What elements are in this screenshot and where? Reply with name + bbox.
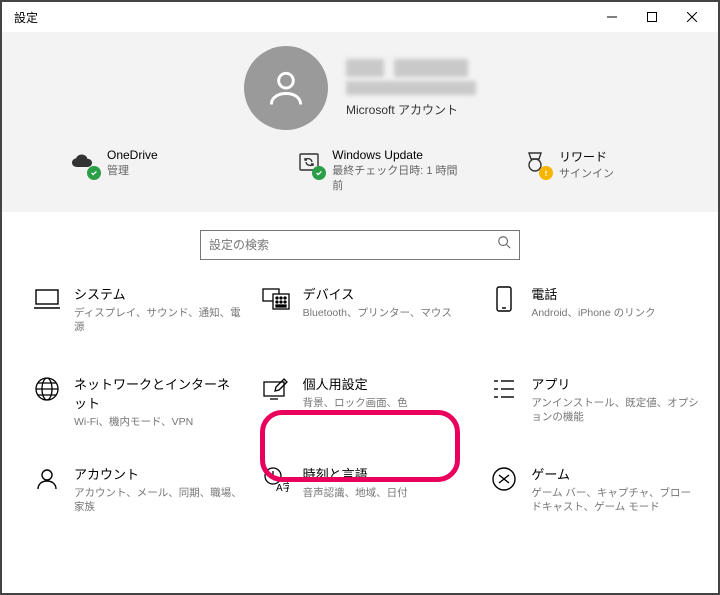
- account-icon: [32, 464, 62, 494]
- minimize-button[interactable]: [592, 3, 632, 31]
- category-title: 時刻と言語: [303, 464, 408, 483]
- status-windows-update[interactable]: Windows Update 最終チェック日時: 1 時間前: [295, 148, 465, 194]
- category-title: アプリ: [531, 374, 700, 393]
- maximize-button[interactable]: [632, 3, 672, 31]
- search-box[interactable]: [200, 230, 520, 260]
- svg-text:A字: A字: [276, 481, 289, 492]
- time-language-icon: A字: [261, 464, 291, 494]
- category-system[interactable]: システム ディスプレイ、サウンド、通知、電源: [26, 274, 249, 362]
- categories-grid: システム ディスプレイ、サウンド、通知、電源 デバイス Bluetooth、プリ…: [2, 268, 718, 593]
- status-title: OneDrive: [107, 148, 158, 162]
- devices-icon: [261, 284, 291, 314]
- status-sub: 管理: [107, 164, 158, 179]
- category-sub: アンインストール、既定値、オプションの機能: [531, 396, 700, 424]
- status-sub: 最終チェック日時: 1 時間前: [332, 164, 465, 194]
- check-badge-icon: [87, 166, 101, 180]
- account-name-blurred: [346, 59, 476, 77]
- category-title: 個人用設定: [303, 374, 408, 393]
- warning-badge-icon: [539, 166, 553, 180]
- category-personalize[interactable]: 個人用設定 背景、ロック画面、色: [255, 364, 478, 452]
- category-title: デバイス: [303, 284, 452, 303]
- category-title: ネットワークとインターネット: [74, 374, 243, 412]
- category-sub: ゲーム バー、キャプチャ、ブロードキャスト、ゲーム モード: [531, 486, 700, 514]
- status-title: Windows Update: [332, 148, 465, 162]
- category-accounts[interactable]: アカウント アカウント、メール、同期、職場、家族: [26, 454, 249, 542]
- status-rewards[interactable]: リワード サインイン: [521, 148, 651, 194]
- category-title: システム: [74, 284, 243, 303]
- onedrive-icon: [69, 148, 97, 176]
- status-onedrive[interactable]: OneDrive 管理: [69, 148, 239, 194]
- apps-icon: [489, 374, 519, 404]
- search-icon: [497, 235, 511, 254]
- category-sub: Wi-Fi、機内モード、VPN: [74, 415, 243, 429]
- status-sub: サインイン: [559, 167, 614, 182]
- phone-icon: [489, 284, 519, 314]
- account-panel: Microsoft アカウント OneDrive 管理: [2, 32, 718, 212]
- system-icon: [32, 284, 62, 314]
- category-apps[interactable]: アプリ アンインストール、既定値、オプションの機能: [483, 364, 706, 452]
- category-sub: ディスプレイ、サウンド、通知、電源: [74, 306, 243, 334]
- window-title: 設定: [8, 9, 38, 26]
- category-network[interactable]: ネットワークとインターネット Wi-Fi、機内モード、VPN: [26, 364, 249, 452]
- close-button[interactable]: [672, 3, 712, 31]
- category-sub: アカウント、メール、同期、職場、家族: [74, 486, 243, 514]
- sync-icon: [295, 148, 322, 176]
- category-title: 電話: [531, 284, 655, 303]
- category-phone[interactable]: 電話 Android、iPhone のリンク: [483, 274, 706, 362]
- status-title: リワード: [559, 148, 614, 165]
- category-gaming[interactable]: ゲーム ゲーム バー、キャプチャ、ブロードキャスト、ゲーム モード: [483, 454, 706, 542]
- search-input[interactable]: [209, 238, 497, 252]
- category-devices[interactable]: デバイス Bluetooth、プリンター、マウス: [255, 274, 478, 362]
- category-sub: Android、iPhone のリンク: [531, 306, 655, 320]
- category-sub: 背景、ロック画面、色: [303, 396, 408, 410]
- category-sub: Bluetooth、プリンター、マウス: [303, 306, 452, 320]
- category-time-language[interactable]: A字 時刻と言語 音声認識、地域、日付: [255, 454, 478, 542]
- gaming-icon: [489, 464, 519, 494]
- account-email-blurred: [346, 81, 476, 95]
- rewards-icon: [521, 148, 549, 176]
- category-title: ゲーム: [531, 464, 700, 483]
- avatar: [244, 46, 328, 130]
- personalize-icon: [261, 374, 291, 404]
- titlebar: 設定: [2, 2, 718, 32]
- category-sub: 音声認識、地域、日付: [303, 486, 408, 500]
- category-title: アカウント: [74, 464, 243, 483]
- check-badge-icon: [312, 166, 326, 180]
- account-type-label: Microsoft アカウント: [346, 101, 476, 118]
- globe-icon: [32, 374, 62, 404]
